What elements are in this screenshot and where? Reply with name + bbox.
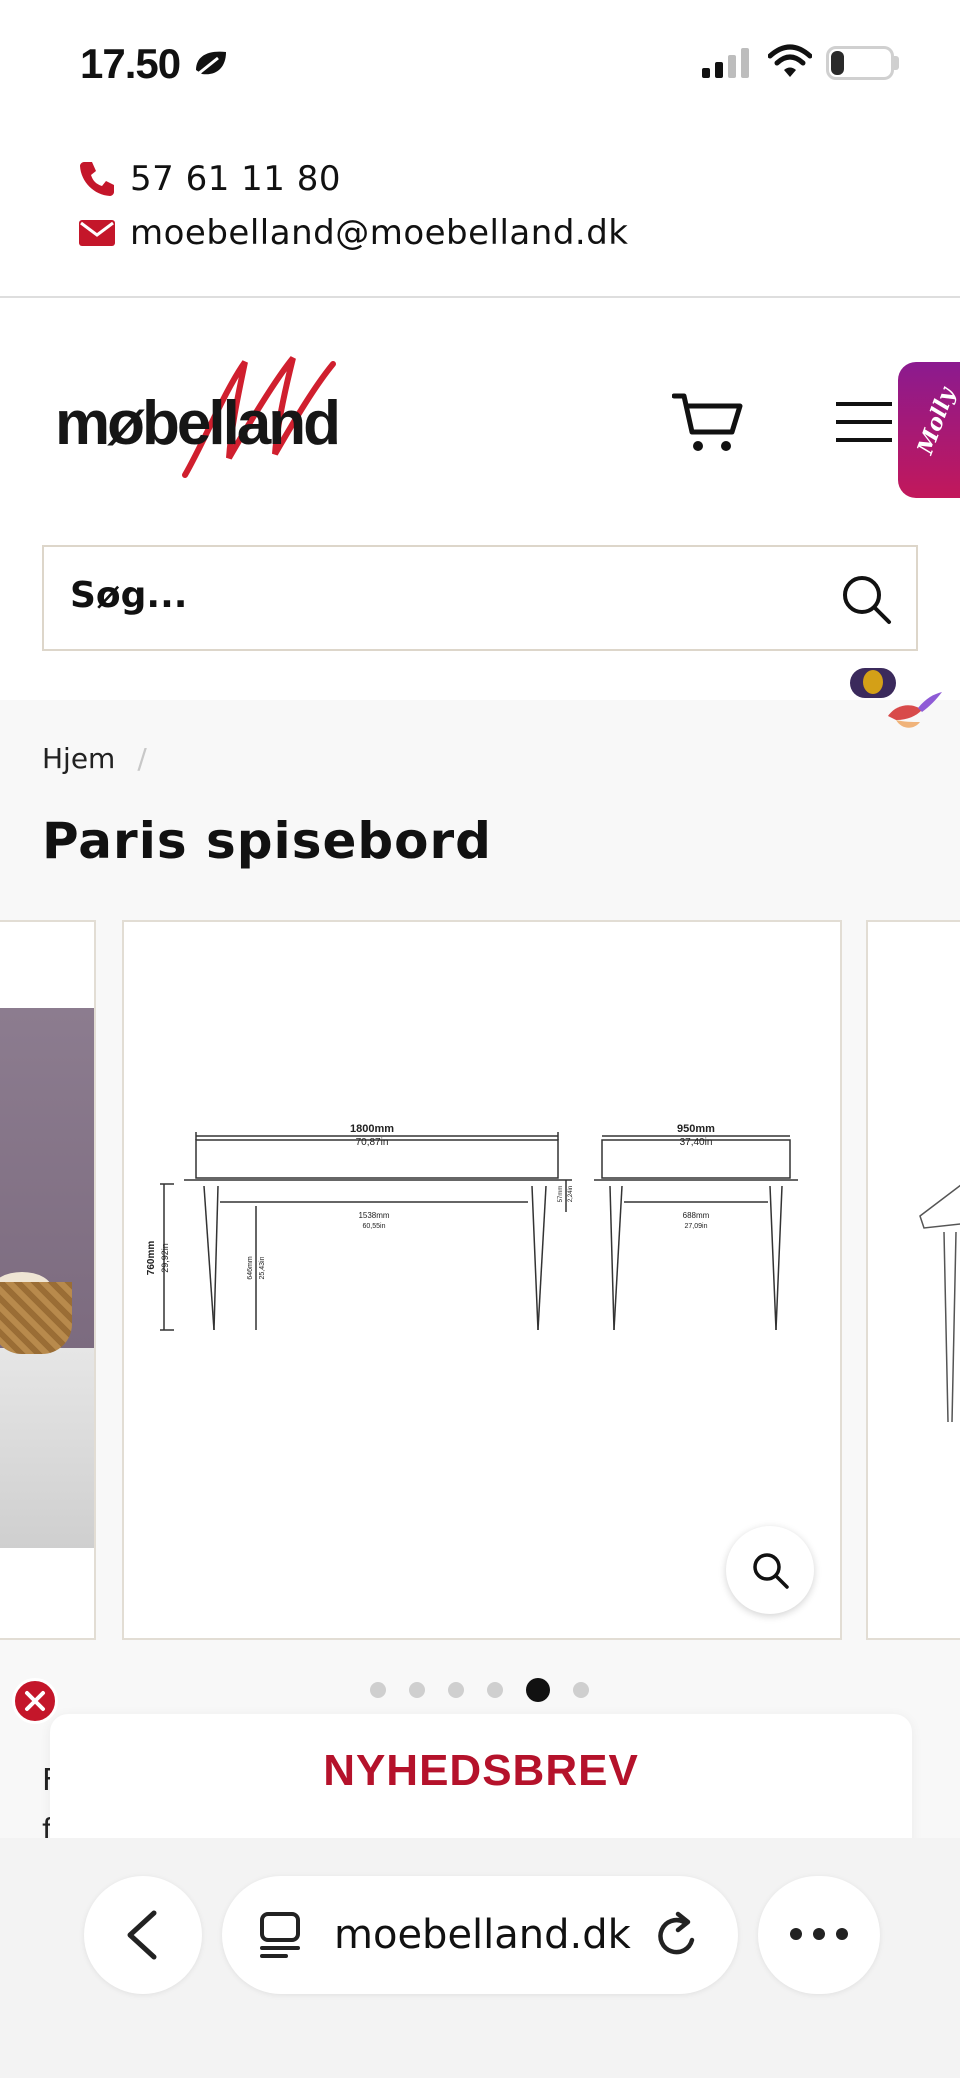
breadcrumb: Hjem / [42, 742, 147, 775]
gallery-slide-active[interactable]: 1800mm 70,87in 950mm 37,40in 1538mm 60,5… [122, 920, 842, 1640]
drawing-apron-in: 2,24in [568, 1186, 574, 1202]
address-bar[interactable]: moebelland.dk [222, 1876, 738, 1994]
zoom-search-icon [753, 1553, 789, 1589]
close-popup-button[interactable] [12, 1678, 58, 1724]
drawing-inner-width-mm: 688mm [683, 1211, 710, 1220]
hamburger-menu-icon[interactable] [836, 398, 892, 446]
status-bar: 17.50 22 [0, 0, 960, 130]
drawing-width-mm: 950mm [677, 1123, 715, 1135]
drawing-length-in: 70,87in [356, 1137, 389, 1148]
battery-nub [894, 56, 899, 70]
cellular-signal-icon [702, 48, 749, 78]
phone-link[interactable]: 57 61 11 80 [78, 154, 341, 204]
back-chevron-icon [127, 1910, 157, 1960]
close-icon [25, 1691, 45, 1711]
cart-icon[interactable] [672, 390, 744, 456]
drawing-height-in: 29,92in [160, 1243, 170, 1273]
battery-percent: 22 [847, 50, 873, 75]
more-dots-icon [790, 1928, 848, 1940]
drawing-apron-mm: 57mm [558, 1186, 564, 1203]
phone-icon [80, 162, 114, 196]
drawing-leg-height-mm: 646mm [247, 1256, 254, 1280]
molly-label: Molly [912, 384, 960, 458]
search-input[interactable]: Søg... [42, 545, 918, 651]
back-button[interactable] [84, 1876, 202, 1994]
email-link[interactable]: moebelland@moebelland.dk [78, 208, 628, 258]
site-logo[interactable]: møbelland [55, 350, 375, 480]
search-placeholder: Søg... [70, 575, 188, 616]
drawing-inner-length-in: 60,55in [363, 1223, 386, 1230]
reload-icon[interactable] [654, 1910, 702, 1960]
gallery-slide-previous[interactable] [0, 920, 96, 1640]
basket-image [0, 1282, 72, 1354]
newsletter-title: NYHEDSBREV [323, 1746, 639, 1795]
more-options-button[interactable] [758, 1876, 880, 1994]
page-menu-icon[interactable] [258, 1912, 302, 1958]
pagination-dot[interactable] [487, 1682, 503, 1698]
gallery-slide-next[interactable] [866, 920, 960, 1640]
mail-icon [79, 220, 115, 246]
search-icon[interactable] [840, 573, 892, 625]
pagination-dot[interactable] [448, 1682, 464, 1698]
drawing-length-mm: 1800mm [350, 1123, 394, 1135]
page-title: Paris spisebord [42, 812, 492, 870]
breadcrumb-separator: / [137, 742, 147, 775]
contact-bar: 57 61 11 80 moebelland@moebelland.dk [0, 130, 960, 298]
drawing-width-in: 37,40in [680, 1137, 713, 1148]
molly-chat-tab[interactable]: Molly [898, 362, 960, 498]
focus-leaf-icon [196, 51, 226, 76]
phone-number: 57 61 11 80 [130, 159, 341, 199]
drawing-height-mm: 760mm [146, 1241, 157, 1276]
gallery-pagination [370, 1678, 612, 1702]
drawing-inner-length-mm: 1538mm [358, 1211, 389, 1220]
bird-chat-icon[interactable] [882, 686, 944, 744]
pagination-dot[interactable] [573, 1682, 589, 1698]
zoom-button[interactable] [726, 1526, 814, 1614]
pagination-dot[interactable] [409, 1682, 425, 1698]
dimension-drawing: 1800mm 70,87in 950mm 37,40in 1538mm 60,5… [146, 1123, 798, 1331]
product-gallery[interactable]: 1800mm 70,87in 950mm 37,40in 1538mm 60,5… [0, 920, 960, 1642]
browser-toolbar: moebelland.dk [0, 1838, 960, 2078]
pagination-dot[interactable] [370, 1682, 386, 1698]
wifi-icon [768, 44, 812, 77]
url-text: moebelland.dk [334, 1912, 631, 1958]
table-perspective-image [919, 1184, 960, 1423]
drawing-inner-width-in: 27,09in [685, 1223, 708, 1230]
logo-text: møbelland [55, 389, 341, 458]
email-address: moebelland@moebelland.dk [130, 213, 629, 253]
drawing-leg-height-in: 25,43in [259, 1256, 266, 1279]
status-time: 17.50 [80, 40, 181, 87]
pagination-dot[interactable] [526, 1678, 550, 1702]
battery-icon: 22 [826, 46, 894, 80]
breadcrumb-home[interactable]: Hjem [42, 742, 115, 775]
